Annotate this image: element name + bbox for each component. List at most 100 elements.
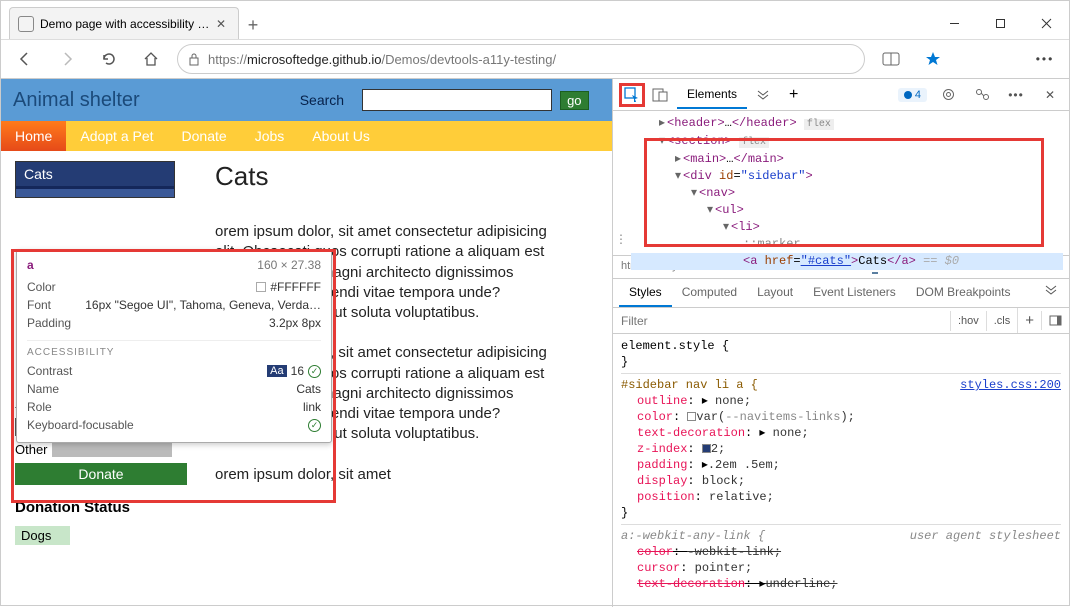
styles-pane-icon[interactable] (1041, 311, 1069, 330)
reader-icon[interactable] (875, 43, 907, 75)
new-rule-icon[interactable]: + (1017, 308, 1041, 333)
settings-icon[interactable] (935, 83, 961, 107)
ov-color-label: Color (27, 280, 56, 294)
donate-button[interactable]: Donate (15, 463, 187, 485)
ov-role-val: link (303, 400, 321, 414)
ua-val-color: -webkit-link; (687, 545, 781, 559)
ov-contrast-label: Contrast (27, 364, 72, 378)
tab-add-button[interactable]: + (779, 80, 808, 110)
issues-count: 4 (915, 89, 921, 101)
check-icon: ✓ (308, 419, 321, 432)
ov-contrast-val: 16 (291, 364, 304, 378)
check-icon: ✓ (308, 365, 321, 378)
kebab-icon[interactable]: ••• (1003, 83, 1029, 107)
inspect-tag: a (27, 258, 34, 272)
ov-pad-label: Padding (27, 316, 71, 330)
home-button[interactable] (135, 43, 167, 75)
tab-more-icon[interactable] (747, 84, 779, 106)
dom-tree[interactable]: ▸<header>…</header> flex ▾<section> flex… (613, 111, 1069, 255)
paragraph-3: orem ipsum dolor, sit amet (215, 465, 572, 485)
brand-title: Animal shelter (13, 89, 140, 112)
ov-name-val: Cats (296, 382, 321, 396)
ua-prop-cursor: cursor (637, 561, 680, 575)
url-path: /Demos/devtools-a11y-testing/ (381, 52, 556, 67)
dom-selected-tail: == $0 (916, 254, 959, 268)
ov-role-label: Role (27, 400, 52, 414)
ov-acc-head: ACCESSIBILITY (27, 340, 321, 358)
nav-about[interactable]: About Us (298, 121, 384, 151)
go-button[interactable]: go (560, 91, 588, 110)
subtab-styles[interactable]: Styles (619, 279, 672, 307)
prop-textdec: text-decoration (637, 426, 745, 440)
hov-toggle[interactable]: :hov (950, 311, 986, 331)
nav-jobs[interactable]: Jobs (241, 121, 299, 151)
rule-selector: #sidebar nav li a { (621, 377, 758, 393)
color-swatch-icon (256, 282, 266, 292)
subtab-computed[interactable]: Computed (672, 279, 747, 307)
donation-status-heading: Donation Status (15, 499, 183, 516)
refresh-button[interactable] (93, 43, 125, 75)
nav-adopt[interactable]: Adopt a Pet (66, 121, 167, 151)
prop-position: position (637, 490, 695, 504)
ov-name-label: Name (27, 382, 59, 396)
inspect-tooltip: a 160 × 27.38 Color#FFFFFF Font16px "Seg… (16, 249, 332, 443)
cls-toggle[interactable]: .cls (986, 311, 1018, 331)
ov-kb-label: Keyboard-focusable (27, 418, 134, 432)
rule-source-link[interactable]: styles.css:200 (960, 377, 1061, 393)
favorite-icon[interactable] (917, 43, 949, 75)
search-input[interactable] (362, 89, 552, 111)
sidebar-item-cats[interactable]: Cats (16, 162, 174, 189)
forward-button (51, 43, 83, 75)
inspect-button[interactable] (619, 83, 645, 107)
maximize-button[interactable] (977, 7, 1023, 39)
ov-font-val: 16px "Segoe UI", Tahoma, Geneva, Verda… (85, 298, 321, 312)
sidebar-item-next[interactable] (16, 189, 174, 197)
contrast-badge: Aa (267, 365, 286, 377)
val-color-post: ); (840, 410, 854, 424)
lock-icon (188, 52, 200, 66)
ua-selector: a:-webkit-any-link { (621, 528, 765, 544)
nav-home[interactable]: Home (1, 121, 66, 151)
subtab-listeners[interactable]: Event Listeners (803, 279, 906, 307)
prop-display: display (637, 474, 687, 488)
zindex-swatch-icon (702, 444, 711, 453)
prop-zindex: z-index (637, 442, 687, 456)
dock-icon[interactable] (969, 83, 995, 107)
url-scheme: https:// (208, 52, 247, 67)
page-heading: Cats (215, 161, 572, 192)
status-row-dogs: Dogs (15, 526, 70, 545)
element-style-sel: element.style { (621, 338, 1061, 354)
inspect-dims: 160 × 27.38 (257, 258, 321, 272)
more-icon[interactable]: ••• (1029, 43, 1061, 75)
donation-other-label: Other (15, 442, 48, 457)
styles-filter-input[interactable] (613, 309, 950, 333)
minimize-button[interactable] (931, 7, 977, 39)
ov-font-label: Font (27, 298, 51, 312)
ua-prop-tdec: text-decoration (637, 577, 745, 591)
donation-other-input[interactable] (52, 443, 172, 457)
url-host: microsoftedge.github.io (247, 52, 381, 67)
dom-dots-icon[interactable]: ⋮ (615, 232, 627, 249)
search-label: Search (300, 92, 344, 108)
prop-outline: outline (637, 394, 687, 408)
val-zindex: 2; (711, 442, 725, 456)
tab-elements[interactable]: Elements (677, 81, 747, 109)
close-window-button[interactable] (1023, 7, 1069, 39)
ua-note: user agent stylesheet (910, 528, 1061, 544)
device-toggle-button[interactable] (647, 83, 673, 107)
new-tab-button[interactable]: + (239, 11, 267, 39)
styles-pane[interactable]: element.style { } #sidebar nav li a {sty… (613, 334, 1069, 596)
browser-tab[interactable]: Demo page with accessibility iss ✕ (9, 7, 239, 39)
prop-padding: padding (637, 458, 687, 472)
issues-badge[interactable]: 4 (898, 88, 927, 102)
ua-prop-color: color (637, 545, 673, 559)
nav-donate[interactable]: Donate (168, 121, 241, 151)
address-bar[interactable]: https://microsoftedge.github.io/Demos/de… (177, 44, 865, 74)
val-color-pre: var( (696, 410, 725, 424)
subtab-more-icon[interactable] (1039, 279, 1063, 307)
close-devtools-icon[interactable]: ✕ (1037, 83, 1063, 107)
back-button[interactable] (9, 43, 41, 75)
subtab-dombreak[interactable]: DOM Breakpoints (906, 279, 1021, 307)
subtab-layout[interactable]: Layout (747, 279, 803, 307)
close-tab-icon[interactable]: ✕ (212, 17, 230, 31)
